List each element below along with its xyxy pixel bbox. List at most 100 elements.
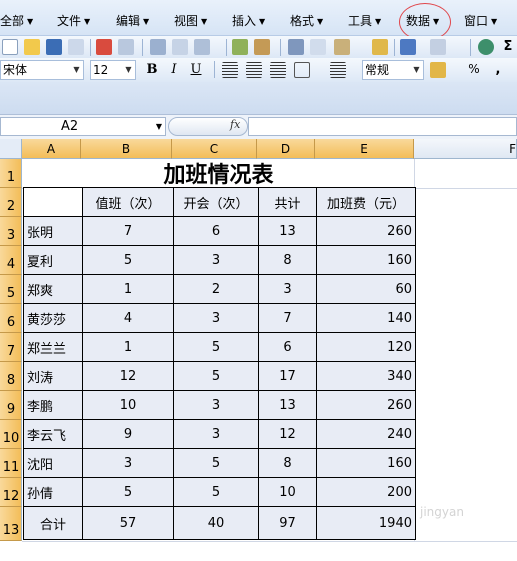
sheet-title[interactable]: 加班情况表 — [23, 160, 414, 190]
duty-cell[interactable]: 7 — [82, 216, 174, 246]
autosum-icon[interactable]: Σ — [500, 39, 516, 55]
name-cell[interactable]: 张明 — [23, 216, 83, 246]
redo-icon[interactable] — [430, 39, 446, 55]
duty-cell[interactable]: 10 — [82, 390, 174, 420]
format-painter-icon[interactable] — [372, 39, 388, 55]
duty-cell[interactable]: 1 — [82, 274, 174, 304]
total-cell[interactable]: 8 — [258, 245, 317, 275]
row-header-5[interactable]: 5 — [0, 275, 22, 304]
print-area-icon[interactable] — [194, 39, 210, 55]
row-header-4[interactable]: 4 — [0, 246, 22, 275]
name-box[interactable]: A2 ▼ — [0, 117, 166, 136]
fee-cell[interactable]: 260 — [316, 390, 416, 420]
column-header-d[interactable]: D — [257, 139, 315, 159]
menu-format[interactable]: 格式 ▼ — [290, 12, 323, 29]
meetings-cell[interactable]: 3 — [173, 245, 259, 275]
duty-cell[interactable]: 12 — [82, 361, 174, 391]
menu-tools[interactable]: 工具 ▼ — [348, 12, 381, 29]
column-header-b[interactable]: B — [81, 139, 172, 159]
menu-edit[interactable]: 编辑 ▼ — [116, 12, 149, 29]
permission-icon[interactable] — [68, 39, 84, 55]
fee-cell[interactable]: 200 — [316, 477, 416, 507]
underline-button[interactable]: U — [186, 60, 206, 79]
name-cell[interactable]: 孙倩 — [23, 477, 83, 507]
fee-cell[interactable]: 260 — [316, 216, 416, 246]
menu-insert[interactable]: 插入 ▼ — [232, 12, 265, 29]
fee-cell[interactable]: 120 — [316, 332, 416, 362]
email-icon[interactable] — [118, 39, 134, 55]
totals-meetings-cell[interactable]: 40 — [173, 506, 259, 540]
percent-button[interactable]: % — [464, 60, 484, 79]
row-header-12[interactable]: 12 — [0, 478, 22, 507]
header-cell[interactable]: 值班（次） — [82, 187, 174, 217]
text-direction-icon[interactable] — [330, 62, 346, 78]
fee-cell[interactable]: 60 — [316, 274, 416, 304]
total-cell[interactable]: 13 — [258, 390, 317, 420]
totals-total-cell[interactable]: 97 — [258, 506, 317, 540]
name-cell[interactable]: 沈阳 — [23, 448, 83, 478]
meetings-cell[interactable]: 5 — [173, 448, 259, 478]
row-header-9[interactable]: 9 — [0, 391, 22, 420]
row-header-7[interactable]: 7 — [0, 333, 22, 362]
fee-cell[interactable]: 340 — [316, 361, 416, 391]
totals-fee-cell[interactable]: 1940 — [316, 506, 416, 540]
print-preview-icon[interactable] — [172, 39, 188, 55]
total-cell[interactable]: 10 — [258, 477, 317, 507]
row-header-1[interactable]: 1 — [0, 159, 22, 188]
conditional-format-icon[interactable] — [430, 62, 446, 78]
open-folder-icon[interactable] — [24, 39, 40, 55]
comma-button[interactable]: , — [488, 60, 508, 79]
meetings-cell[interactable]: 2 — [173, 274, 259, 304]
italic-button[interactable]: I — [164, 60, 184, 79]
header-cell[interactable]: 开会（次） — [173, 187, 259, 217]
new-document-icon[interactable] — [2, 39, 18, 55]
row-header-13[interactable]: 13 — [0, 507, 22, 541]
duty-cell[interactable]: 5 — [82, 245, 174, 275]
column-header-e[interactable]: E — [315, 139, 414, 159]
cut-icon[interactable] — [288, 39, 304, 55]
fee-cell[interactable]: 160 — [316, 245, 416, 275]
column-header-f[interactable]: F — [414, 139, 517, 159]
name-cell[interactable]: 郑爽 — [23, 274, 83, 304]
undo-icon[interactable] — [400, 39, 416, 55]
duty-cell[interactable]: 9 — [82, 419, 174, 449]
formula-input[interactable] — [248, 117, 517, 136]
total-cell[interactable]: 17 — [258, 361, 317, 391]
name-cell[interactable]: 黄莎莎 — [23, 303, 83, 333]
row-header-6[interactable]: 6 — [0, 304, 22, 333]
header-cell[interactable]: 共计 — [258, 187, 317, 217]
name-cell[interactable]: 李鹏 — [23, 390, 83, 420]
name-cell[interactable]: 刘涛 — [23, 361, 83, 391]
save-icon[interactable] — [46, 39, 62, 55]
row-header-10[interactable]: 10 — [0, 420, 22, 449]
align-left-icon[interactable] — [222, 62, 238, 78]
duty-cell[interactable]: 4 — [82, 303, 174, 333]
row-header-8[interactable]: 8 — [0, 362, 22, 391]
row-header-3[interactable]: 3 — [0, 217, 22, 246]
duty-cell[interactable]: 1 — [82, 332, 174, 362]
total-cell[interactable]: 7 — [258, 303, 317, 333]
header-cell[interactable] — [23, 187, 83, 217]
meetings-cell[interactable]: 3 — [173, 419, 259, 449]
fee-cell[interactable]: 160 — [316, 448, 416, 478]
meetings-cell[interactable]: 5 — [173, 477, 259, 507]
row-header-11[interactable]: 11 — [0, 449, 22, 478]
total-cell[interactable]: 12 — [258, 419, 317, 449]
totals-label-cell[interactable]: 合计 — [23, 506, 83, 540]
column-header-a[interactable]: A — [22, 139, 81, 159]
align-center-icon[interactable] — [246, 62, 262, 78]
paste-icon[interactable] — [334, 39, 350, 55]
menu-window[interactable]: 窗口 ▼ — [464, 12, 497, 29]
research-icon[interactable] — [254, 39, 270, 55]
print-icon[interactable] — [150, 39, 166, 55]
total-cell[interactable]: 6 — [258, 332, 317, 362]
select-all-button[interactable] — [0, 139, 22, 159]
fee-cell[interactable]: 240 — [316, 419, 416, 449]
font-size-select[interactable]: 12 ▼ — [90, 60, 136, 80]
font-name-select[interactable]: 宋体 ▼ — [0, 60, 84, 80]
meetings-cell[interactable]: 5 — [173, 332, 259, 362]
hyperlink-icon[interactable] — [478, 39, 494, 55]
menu-view[interactable]: 视图 ▼ — [174, 12, 207, 29]
header-cell[interactable]: 加班费（元） — [316, 187, 416, 217]
name-cell[interactable]: 郑兰兰 — [23, 332, 83, 362]
